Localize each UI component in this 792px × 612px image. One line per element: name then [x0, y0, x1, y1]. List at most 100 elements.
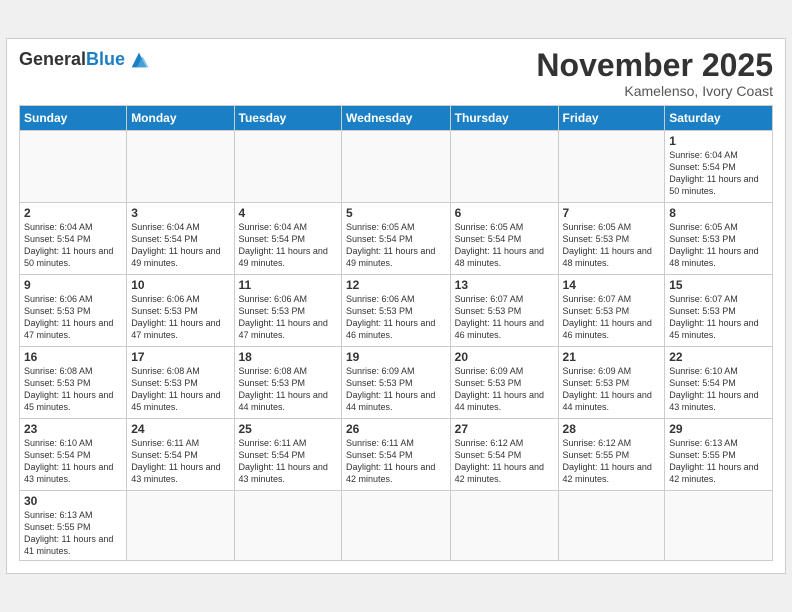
- day-22: 22 Sunrise: 6:10 AM Sunset: 5:54 PM Dayl…: [665, 346, 773, 418]
- day-info: Sunrise: 6:07 AM Sunset: 5:53 PM Dayligh…: [563, 293, 661, 342]
- table-row: 1 Sunrise: 6:04 AM Sunset: 5:54 PM Dayli…: [20, 130, 773, 202]
- day-11: 11 Sunrise: 6:06 AM Sunset: 5:53 PM Dayl…: [234, 274, 341, 346]
- day-info: Sunrise: 6:04 AM Sunset: 5:54 PM Dayligh…: [239, 221, 337, 270]
- table-row: 16 Sunrise: 6:08 AM Sunset: 5:53 PM Dayl…: [20, 346, 773, 418]
- day-number: 11: [239, 278, 337, 292]
- day-18: 18 Sunrise: 6:08 AM Sunset: 5:53 PM Dayl…: [234, 346, 341, 418]
- day-9: 9 Sunrise: 6:06 AM Sunset: 5:53 PM Dayli…: [20, 274, 127, 346]
- header-thursday: Thursday: [450, 105, 558, 130]
- day-3: 3 Sunrise: 6:04 AM Sunset: 5:54 PM Dayli…: [127, 202, 234, 274]
- day-info: Sunrise: 6:06 AM Sunset: 5:53 PM Dayligh…: [239, 293, 337, 342]
- day-number: 23: [24, 422, 122, 436]
- empty-cell: [665, 490, 773, 561]
- day-info: Sunrise: 6:04 AM Sunset: 5:54 PM Dayligh…: [24, 221, 122, 270]
- day-6: 6 Sunrise: 6:05 AM Sunset: 5:54 PM Dayli…: [450, 202, 558, 274]
- day-info: Sunrise: 6:06 AM Sunset: 5:53 PM Dayligh…: [131, 293, 229, 342]
- day-number: 4: [239, 206, 337, 220]
- day-number: 9: [24, 278, 122, 292]
- day-info: Sunrise: 6:10 AM Sunset: 5:54 PM Dayligh…: [669, 365, 768, 414]
- day-info: Sunrise: 6:09 AM Sunset: 5:53 PM Dayligh…: [563, 365, 661, 414]
- day-4: 4 Sunrise: 6:04 AM Sunset: 5:54 PM Dayli…: [234, 202, 341, 274]
- day-number: 25: [239, 422, 337, 436]
- day-info: Sunrise: 6:09 AM Sunset: 5:53 PM Dayligh…: [455, 365, 554, 414]
- day-info: Sunrise: 6:04 AM Sunset: 5:54 PM Dayligh…: [131, 221, 229, 270]
- day-info: Sunrise: 6:07 AM Sunset: 5:53 PM Dayligh…: [669, 293, 768, 342]
- day-info: Sunrise: 6:05 AM Sunset: 5:53 PM Dayligh…: [669, 221, 768, 270]
- empty-cell: [450, 490, 558, 561]
- day-16: 16 Sunrise: 6:08 AM Sunset: 5:53 PM Dayl…: [20, 346, 127, 418]
- day-number: 8: [669, 206, 768, 220]
- empty-cell: [558, 130, 665, 202]
- empty-cell: [558, 490, 665, 561]
- calendar-header: General Blue November 2025 Kamelenso, Iv…: [19, 49, 773, 99]
- logo: General Blue: [19, 49, 150, 71]
- calendar-table: Sunday Monday Tuesday Wednesday Thursday…: [19, 105, 773, 562]
- day-info: Sunrise: 6:05 AM Sunset: 5:54 PM Dayligh…: [455, 221, 554, 270]
- day-10: 10 Sunrise: 6:06 AM Sunset: 5:53 PM Dayl…: [127, 274, 234, 346]
- day-info: Sunrise: 6:11 AM Sunset: 5:54 PM Dayligh…: [239, 437, 337, 486]
- day-number: 3: [131, 206, 229, 220]
- day-info: Sunrise: 6:08 AM Sunset: 5:53 PM Dayligh…: [24, 365, 122, 414]
- day-20: 20 Sunrise: 6:09 AM Sunset: 5:53 PM Dayl…: [450, 346, 558, 418]
- logo-text: General Blue: [19, 49, 150, 71]
- day-number: 29: [669, 422, 768, 436]
- day-number: 28: [563, 422, 661, 436]
- day-info: Sunrise: 6:13 AM Sunset: 5:55 PM Dayligh…: [669, 437, 768, 486]
- day-number: 22: [669, 350, 768, 364]
- day-8: 8 Sunrise: 6:05 AM Sunset: 5:53 PM Dayli…: [665, 202, 773, 274]
- day-number: 18: [239, 350, 337, 364]
- day-24: 24 Sunrise: 6:11 AM Sunset: 5:54 PM Dayl…: [127, 418, 234, 490]
- table-row: 9 Sunrise: 6:06 AM Sunset: 5:53 PM Dayli…: [20, 274, 773, 346]
- day-info: Sunrise: 6:04 AM Sunset: 5:54 PM Dayligh…: [669, 149, 768, 198]
- header-monday: Monday: [127, 105, 234, 130]
- header-sunday: Sunday: [20, 105, 127, 130]
- empty-cell: [341, 490, 450, 561]
- day-number: 27: [455, 422, 554, 436]
- day-26: 26 Sunrise: 6:11 AM Sunset: 5:54 PM Dayl…: [341, 418, 450, 490]
- day-28: 28 Sunrise: 6:12 AM Sunset: 5:55 PM Dayl…: [558, 418, 665, 490]
- day-number: 12: [346, 278, 446, 292]
- header-tuesday: Tuesday: [234, 105, 341, 130]
- header-friday: Friday: [558, 105, 665, 130]
- table-row: 23 Sunrise: 6:10 AM Sunset: 5:54 PM Dayl…: [20, 418, 773, 490]
- day-info: Sunrise: 6:06 AM Sunset: 5:53 PM Dayligh…: [24, 293, 122, 342]
- day-info: Sunrise: 6:13 AM Sunset: 5:55 PM Dayligh…: [24, 509, 122, 558]
- table-row: 30 Sunrise: 6:13 AM Sunset: 5:55 PM Dayl…: [20, 490, 773, 561]
- day-5: 5 Sunrise: 6:05 AM Sunset: 5:54 PM Dayli…: [341, 202, 450, 274]
- day-number: 21: [563, 350, 661, 364]
- day-number: 1: [669, 134, 768, 148]
- day-number: 6: [455, 206, 554, 220]
- day-number: 13: [455, 278, 554, 292]
- day-number: 5: [346, 206, 446, 220]
- day-19: 19 Sunrise: 6:09 AM Sunset: 5:53 PM Dayl…: [341, 346, 450, 418]
- header-wednesday: Wednesday: [341, 105, 450, 130]
- weekday-header-row: Sunday Monday Tuesday Wednesday Thursday…: [20, 105, 773, 130]
- day-number: 7: [563, 206, 661, 220]
- day-15: 15 Sunrise: 6:07 AM Sunset: 5:53 PM Dayl…: [665, 274, 773, 346]
- day-number: 16: [24, 350, 122, 364]
- logo-blue: Blue: [86, 49, 125, 70]
- day-info: Sunrise: 6:12 AM Sunset: 5:54 PM Dayligh…: [455, 437, 554, 486]
- day-number: 19: [346, 350, 446, 364]
- day-29: 29 Sunrise: 6:13 AM Sunset: 5:55 PM Dayl…: [665, 418, 773, 490]
- day-1: 1 Sunrise: 6:04 AM Sunset: 5:54 PM Dayli…: [665, 130, 773, 202]
- empty-cell: [20, 130, 127, 202]
- day-25: 25 Sunrise: 6:11 AM Sunset: 5:54 PM Dayl…: [234, 418, 341, 490]
- empty-cell: [341, 130, 450, 202]
- empty-cell: [127, 490, 234, 561]
- day-number: 10: [131, 278, 229, 292]
- day-info: Sunrise: 6:08 AM Sunset: 5:53 PM Dayligh…: [131, 365, 229, 414]
- calendar-container: General Blue November 2025 Kamelenso, Iv…: [6, 38, 786, 575]
- header-right: November 2025 Kamelenso, Ivory Coast: [536, 49, 773, 99]
- day-23: 23 Sunrise: 6:10 AM Sunset: 5:54 PM Dayl…: [20, 418, 127, 490]
- day-13: 13 Sunrise: 6:07 AM Sunset: 5:53 PM Dayl…: [450, 274, 558, 346]
- day-info: Sunrise: 6:08 AM Sunset: 5:53 PM Dayligh…: [239, 365, 337, 414]
- month-title: November 2025: [536, 49, 773, 81]
- day-info: Sunrise: 6:10 AM Sunset: 5:54 PM Dayligh…: [24, 437, 122, 486]
- empty-cell: [234, 130, 341, 202]
- day-number: 20: [455, 350, 554, 364]
- empty-cell: [234, 490, 341, 561]
- day-number: 14: [563, 278, 661, 292]
- day-info: Sunrise: 6:05 AM Sunset: 5:53 PM Dayligh…: [563, 221, 661, 270]
- empty-cell: [127, 130, 234, 202]
